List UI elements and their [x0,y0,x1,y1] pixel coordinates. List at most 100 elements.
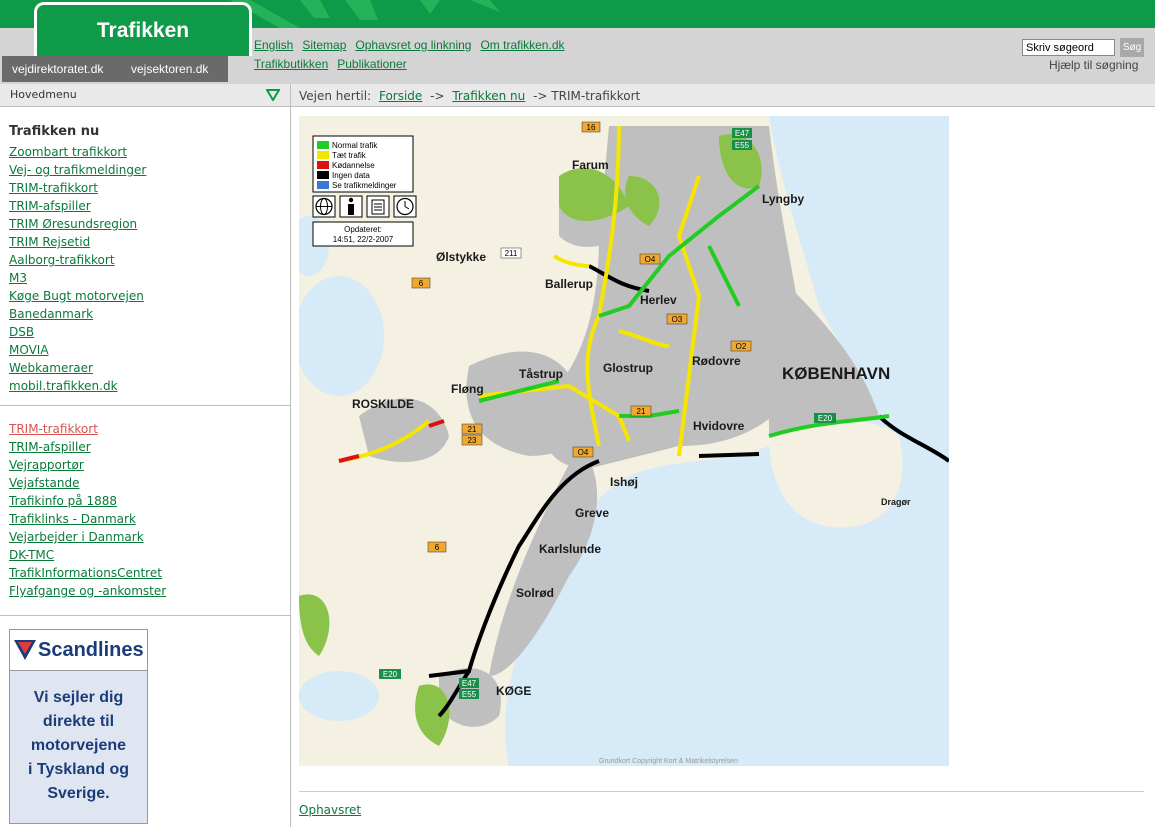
breadcrumb: Vejen hertil: Forside -> Trafikken nu ->… [291,84,1155,107]
place-label: Ballerup [545,277,593,291]
place-label: Ølstykke [436,250,486,264]
nav-item-active[interactable]: TRIM-trafikkort [9,420,281,438]
clock-icon[interactable] [393,195,417,218]
ad-line: Vi sejler dig [33,689,124,706]
menu-title: Hovedmenu [10,88,77,101]
update-label: Opdateret: [344,225,382,234]
nav-item[interactable]: Vejrapportør [9,456,281,474]
menu-header[interactable]: Hovedmenu [0,84,290,107]
breadcrumb-current: TRIM-trafikkort [551,89,641,103]
nav-item[interactable]: MOVIA [9,341,281,359]
search-help-link[interactable]: Hjælp til søgning [1049,58,1138,72]
road-number: O2 [736,342,747,351]
nav-primary: Trafikken nu Zoombart trafikkort Vej- og… [0,124,290,405]
scandlines-logo-icon [14,640,36,660]
update-time: 14:51, 22/2-2007 [333,235,394,244]
nav-item[interactable]: DK-TMC [9,546,281,564]
nav-item[interactable]: mobil.trafikken.dk [9,377,281,395]
nav-item[interactable]: TRIM Øresundsregion [9,215,281,233]
map-copyright: Grundkort Copyright Kort & Matrikelstyre… [599,758,738,765]
nav-item[interactable]: Flyafgange og -ankomster [9,582,281,600]
nav-item[interactable]: TrafikInformationsCentret [9,564,281,582]
place-label: Fløng [451,382,484,396]
road-number: E55 [462,690,477,699]
nav-item[interactable]: Vej- og trafikmeldinger [9,161,281,179]
globe-icon[interactable] [312,195,336,218]
nav-item[interactable]: Vejafstande [9,474,281,492]
logo[interactable]: Trafikken [34,2,252,56]
link-om-trafikken[interactable]: Om trafikken.dk [480,38,564,52]
place-label: Greve [575,506,609,520]
nav-item[interactable]: Køge Bugt motorvejen [9,287,281,305]
link-ophavsret[interactable]: Ophavsret og linkning [355,38,471,52]
ad-line: direkte til [42,713,115,730]
road-number: 16 [587,123,596,132]
place-label: Ishøj [610,475,638,489]
nav-item[interactable]: Trafiklinks - Danmark [9,510,281,528]
place-label: Glostrup [603,361,653,375]
section-title: Trafikken nu [9,124,100,139]
info-icon[interactable] [339,195,363,218]
list-icon[interactable] [366,195,390,218]
nav-item[interactable]: Aalborg-trafikkort [9,251,281,269]
legend-label: Kødannelse [332,161,375,170]
nav-item[interactable]: Vejarbejder i Danmark [9,528,281,546]
link-trafikbutikken[interactable]: Trafikbutikken [254,57,328,71]
breadcrumb-prefix: Vejen hertil: [299,89,372,103]
road-number: O4 [578,448,589,457]
place-label: KØBENHAVN [782,364,890,383]
breadcrumb-home[interactable]: Forside [379,89,422,103]
place-label: Herlev [640,293,677,307]
place-label: Solrød [516,586,554,600]
map-legend: Normal trafik Tæt trafik Kødannelse Inge… [312,135,414,193]
place-label: KØGE [496,684,531,698]
road-number: E47 [735,129,750,138]
search-input[interactable] [1022,39,1115,56]
nav-item[interactable]: Zoombart trafikkort [9,143,281,161]
site-link-vejdirektoratet[interactable]: vejdirektoratet.dk [12,62,103,76]
nav-item[interactable]: TRIM-afspiller [9,197,281,215]
search-button[interactable]: Søg [1120,38,1144,57]
road-number: E55 [735,141,750,150]
road-number: 23 [468,436,477,445]
ad-line: motorvejene [30,737,127,754]
nav-item[interactable]: DSB [9,323,281,341]
nav-item[interactable]: M3 [9,269,281,287]
place-label: Dragør [881,497,911,507]
legend-label: Ingen data [332,171,370,180]
place-label: Lyngby [762,192,805,206]
road-number: O4 [645,255,656,264]
site-link-vejsektoren[interactable]: vejsektoren.dk [131,62,208,76]
logo-text: Trafikken [96,19,190,42]
breadcrumb-separator: -> [430,89,445,103]
ad-brand: Scandlines [38,639,144,661]
site-strip: vejdirektoratet.dk vejsektoren.dk [2,56,228,82]
road-number: E47 [462,679,477,688]
road-number: E20 [383,670,398,679]
nav-item[interactable]: Trafikinfo på 1888 [9,492,281,510]
nav-item[interactable]: TRIM-trafikkort [9,179,281,197]
chevron-down-icon[interactable] [266,89,280,101]
ad-body: Vi sejler dig direkte til motorvejene i … [10,671,147,823]
nav-secondary: TRIM-trafikkort TRIM-afspiller Vejrappor… [0,406,290,615]
legend-label: Normal trafik [332,141,378,150]
link-sitemap[interactable]: Sitemap [302,38,346,52]
divider [299,791,1144,792]
road-number: E20 [818,414,833,423]
place-label: Rødovre [692,354,741,368]
nav-item[interactable]: Banedanmark [9,305,281,323]
nav-item[interactable]: TRIM Rejsetid [9,233,281,251]
footer-ophavsret-link[interactable]: Ophavsret [299,803,361,817]
road-number: 21 [468,425,477,434]
scandlines-ad[interactable]: Scandlines Vi sejler dig direkte til mot… [9,629,148,824]
nav-item[interactable]: TRIM-afspiller [9,438,281,456]
road-number: 6 [419,279,424,288]
nav-item[interactable]: Webkameraer [9,359,281,377]
breadcrumb-parent[interactable]: Trafikken nu [452,89,525,103]
traffic-map[interactable]: 16 E47 E55 211 O4 6 O3 O2 21 23 E20 O4 6… [299,116,949,766]
place-label: Tåstrup [519,367,563,381]
road-number: 6 [435,543,440,552]
link-english[interactable]: English [254,38,293,52]
divider [0,615,290,616]
link-publikationer[interactable]: Publikationer [337,57,406,71]
